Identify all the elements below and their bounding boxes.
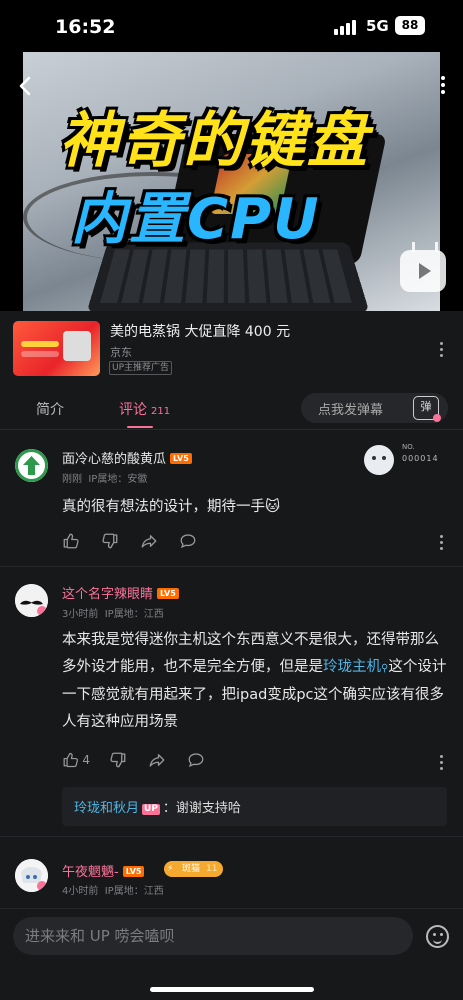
tab-active-indicator bbox=[127, 426, 153, 428]
fan-medal-level: 11 bbox=[206, 864, 218, 874]
comment-time: 3小时前 bbox=[62, 609, 99, 620]
fan-card-label: NO. bbox=[402, 443, 415, 451]
share-icon[interactable] bbox=[140, 532, 160, 550]
like-icon[interactable] bbox=[62, 532, 82, 550]
dislike-icon[interactable] bbox=[101, 532, 121, 550]
tab-comments[interactable]: 评论 211 bbox=[119, 399, 170, 419]
up-badge: UP bbox=[142, 804, 160, 815]
comment-text: 本来我是觉得迷你主机这个东西意义不是很大，还得带那么多外设才能用，也不是完全方便… bbox=[62, 627, 447, 736]
comment-input[interactable] bbox=[13, 917, 413, 955]
status-time: 16:52 bbox=[55, 16, 116, 38]
username-text: 这个名字辣眼睛 bbox=[62, 587, 154, 602]
comment-meta: 4小时前 IP属地：江西 bbox=[62, 882, 164, 897]
status-bar: 16:52 5G 88 bbox=[0, 0, 463, 52]
avatar[interactable] bbox=[15, 449, 48, 482]
level-badge: LV5 bbox=[170, 453, 192, 464]
emoji-icon[interactable] bbox=[426, 925, 449, 948]
search-link-text: 玲珑主机 bbox=[323, 659, 381, 675]
comment-item: 午夜魍魉-LV5 斑猫 11 4小时前 IP属地：江西 bbox=[0, 837, 463, 907]
fan-medal-badge[interactable]: 斑猫 11 bbox=[164, 861, 224, 877]
reply-author[interactable]: 玲珑和秋月 bbox=[74, 801, 139, 816]
reply-icon[interactable] bbox=[179, 532, 199, 550]
comment-meta: 3小时前 IP属地：江西 bbox=[62, 605, 164, 620]
tab-comments-label: 评论 bbox=[119, 402, 147, 418]
comment-item: 面冷心慈的酸黄瓜 LV5 刚刚 IP属地：安徽 NO. 000014 真的很有想法… bbox=[0, 431, 463, 566]
level-badge: LV5 bbox=[157, 588, 179, 599]
comment-input-bar bbox=[0, 908, 463, 1000]
avatar[interactable] bbox=[15, 584, 48, 617]
anime-avatar-icon bbox=[15, 859, 48, 892]
back-icon[interactable] bbox=[14, 74, 38, 98]
ad-card[interactable]: 美的电蒸锅 大促直降 400 元 京东 UP主推荐广告 bbox=[0, 311, 463, 387]
comment-actions bbox=[62, 532, 199, 550]
level-badge: LV5 bbox=[122, 866, 145, 877]
arrow-up-avatar-icon bbox=[15, 449, 48, 482]
comment-more-icon[interactable] bbox=[440, 535, 444, 553]
comment-location: IP属地：江西 bbox=[104, 609, 164, 620]
share-icon[interactable] bbox=[148, 751, 168, 769]
reply-icon[interactable] bbox=[187, 751, 207, 769]
fan-card-number: 000014 bbox=[402, 454, 439, 463]
more-icon[interactable] bbox=[439, 76, 447, 98]
tab-comments-count: 211 bbox=[151, 406, 171, 417]
tv-play-icon[interactable] bbox=[400, 250, 446, 292]
comment-item: 这个名字辣眼睛 LV5 3小时前 IP属地：江西 本来我是觉得迷你主机这个东西意义… bbox=[0, 567, 463, 847]
reply-preview[interactable]: 玲珑和秋月 UP ：谢谢支持哈 bbox=[62, 787, 447, 826]
ad-brand: 京东 bbox=[110, 346, 132, 359]
tab-intro[interactable]: 简介 bbox=[36, 399, 64, 419]
video-player[interactable]: 神奇的键盘 内置CPU bbox=[0, 52, 463, 311]
mustache-avatar-icon bbox=[15, 584, 48, 617]
comment-username[interactable]: 这个名字辣眼睛 LV5 bbox=[62, 583, 179, 602]
video-title-line2: 内置CPU bbox=[71, 187, 321, 252]
battery-icon: 88 bbox=[395, 16, 425, 35]
username-text: 午夜魍魉- bbox=[62, 865, 119, 880]
comment-time: 刚刚 bbox=[62, 474, 82, 485]
like-icon[interactable]: 4 bbox=[62, 751, 90, 769]
comment-username[interactable]: 面冷心慈的酸黄瓜 LV5 bbox=[62, 448, 192, 467]
comment-time: 4小时前 bbox=[62, 886, 99, 897]
avatar[interactable] bbox=[15, 859, 48, 892]
danmaku-input[interactable]: 点我发弹幕 弹 bbox=[301, 393, 448, 423]
like-count: 4 bbox=[82, 753, 90, 767]
comment-text: 真的很有想法的设计，期待一手🐱 bbox=[62, 499, 281, 515]
username-text: 面冷心慈的酸黄瓜 bbox=[62, 452, 167, 467]
fan-medal-name: 斑猫 bbox=[182, 864, 201, 874]
home-indicator bbox=[150, 987, 314, 992]
ad-title: 美的电蒸锅 大促直降 400 元 bbox=[110, 324, 291, 340]
video-thumbnail: 神奇的键盘 内置CPU bbox=[23, 52, 440, 311]
comment-location: IP属地：安徽 bbox=[88, 474, 148, 485]
search-link[interactable]: 玲珑主机⚲ bbox=[323, 659, 388, 675]
fan-card-ghost-icon bbox=[364, 445, 394, 475]
danmaku-toggle-button[interactable]: 弹 bbox=[413, 396, 441, 422]
ad-more-icon[interactable] bbox=[440, 342, 444, 360]
network-type: 5G bbox=[366, 17, 389, 35]
video-title-line1: 神奇的键盘 bbox=[59, 106, 369, 176]
reply-text: ：谢谢支持哈 bbox=[162, 801, 241, 816]
comment-actions: 4 bbox=[62, 751, 207, 769]
comment-meta: 刚刚 IP属地：安徽 bbox=[62, 470, 147, 485]
signal-icon bbox=[334, 20, 356, 35]
ad-tag: UP主推荐广告 bbox=[109, 361, 173, 375]
dislike-icon[interactable] bbox=[109, 751, 129, 769]
fan-card[interactable]: NO. 000014 bbox=[364, 441, 444, 481]
tab-bar: 简介 评论 211 点我发弹幕 弹 bbox=[0, 387, 463, 430]
ad-thumbnail bbox=[13, 321, 100, 376]
danmaku-placeholder: 点我发弹幕 bbox=[318, 403, 384, 418]
comment-more-icon[interactable] bbox=[440, 755, 444, 773]
comment-location: IP属地：江西 bbox=[104, 886, 164, 897]
